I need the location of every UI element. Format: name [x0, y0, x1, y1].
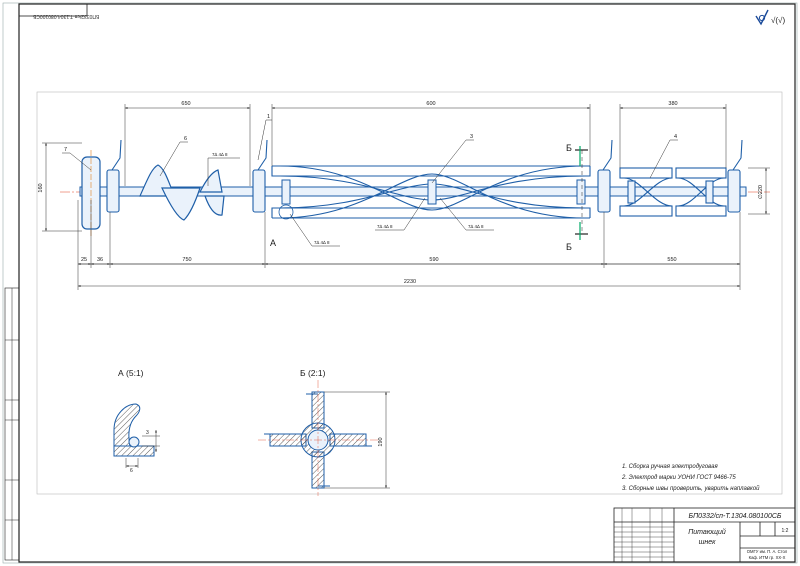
pos-3: 3 — [470, 134, 473, 140]
dim-right: ∅220 — [757, 185, 764, 199]
section-b-height: 190 — [378, 437, 384, 446]
frame-stamp: БП0332/сп-Т.1304.080100СБ — [33, 13, 100, 19]
title-doc-code: БП0332/сп-Т.1304.080100СБ — [689, 513, 782, 520]
section-b-marker-top: Б — [566, 143, 572, 153]
detail-a-circle — [278, 204, 294, 220]
dim-length-380: 380 — [668, 101, 677, 107]
title-name-2: шнек — [699, 539, 717, 546]
dim-pitch-650: 650 — [181, 101, 190, 107]
bearing-mid-2 — [597, 139, 613, 213]
dim-height-160: 160 — [38, 183, 44, 192]
weld-2: 7∆ 4∆ 8 — [314, 240, 330, 245]
bearing-right — [727, 139, 743, 213]
pos-6: 6 — [184, 136, 187, 142]
dim-seg-750: 750 — [182, 257, 191, 263]
title-org-2: Каф. ИТМ гр. ХХ-Х — [749, 555, 786, 560]
pos-1: 1 — [267, 114, 270, 120]
pos-4: 4 — [674, 134, 677, 140]
dim-seg-550: 550 — [667, 257, 676, 263]
roughness-label: √(√) — [771, 16, 785, 25]
drawing-sheet: √(√) 650 600 380 160 ∅220 25 36 750 590 … — [2, 2, 798, 564]
roughness-symbol: √(√) — [755, 9, 785, 26]
title-org-1: ОМГУ им. П. А. Стол — [747, 549, 788, 554]
note-1: 1. Сборка ручная электродуговая — [622, 464, 718, 470]
pos-7: 7 — [64, 147, 67, 153]
detail-a-small-dim: 6 — [130, 468, 133, 474]
title-name-1: Питающий — [688, 528, 726, 536]
bearing-left — [106, 139, 122, 213]
title-scale: 1:2 — [782, 528, 789, 534]
note-2: 2. Электрод марки УОНИ ГОСТ 9466-75 — [622, 475, 736, 481]
dim-seg-36: 36 — [97, 257, 103, 263]
weld-4: 7∆ 4∆ 8 — [468, 224, 484, 229]
dim-overall: 2230 — [404, 279, 416, 285]
section-b-marker-bottom: Б — [566, 242, 572, 252]
auger-flights — [139, 164, 225, 221]
dim-seg-25: 25 — [81, 257, 87, 263]
detail-a-title: А (5:1) — [118, 368, 144, 378]
weld-1: 7∆ 4∆ 8 — [212, 152, 228, 157]
section-a-marker: А — [270, 238, 276, 248]
dim-length-600: 600 — [426, 101, 435, 107]
section-b-title: Б (2:1) — [300, 368, 326, 378]
dim-seg-590: 590 — [429, 257, 438, 263]
weld-3: 7∆ 4∆ 8 — [377, 224, 393, 229]
detail-a-dim: 3 — [146, 430, 149, 436]
note-3: 3. Сборные швы проверить, уварить наплав… — [622, 486, 760, 492]
